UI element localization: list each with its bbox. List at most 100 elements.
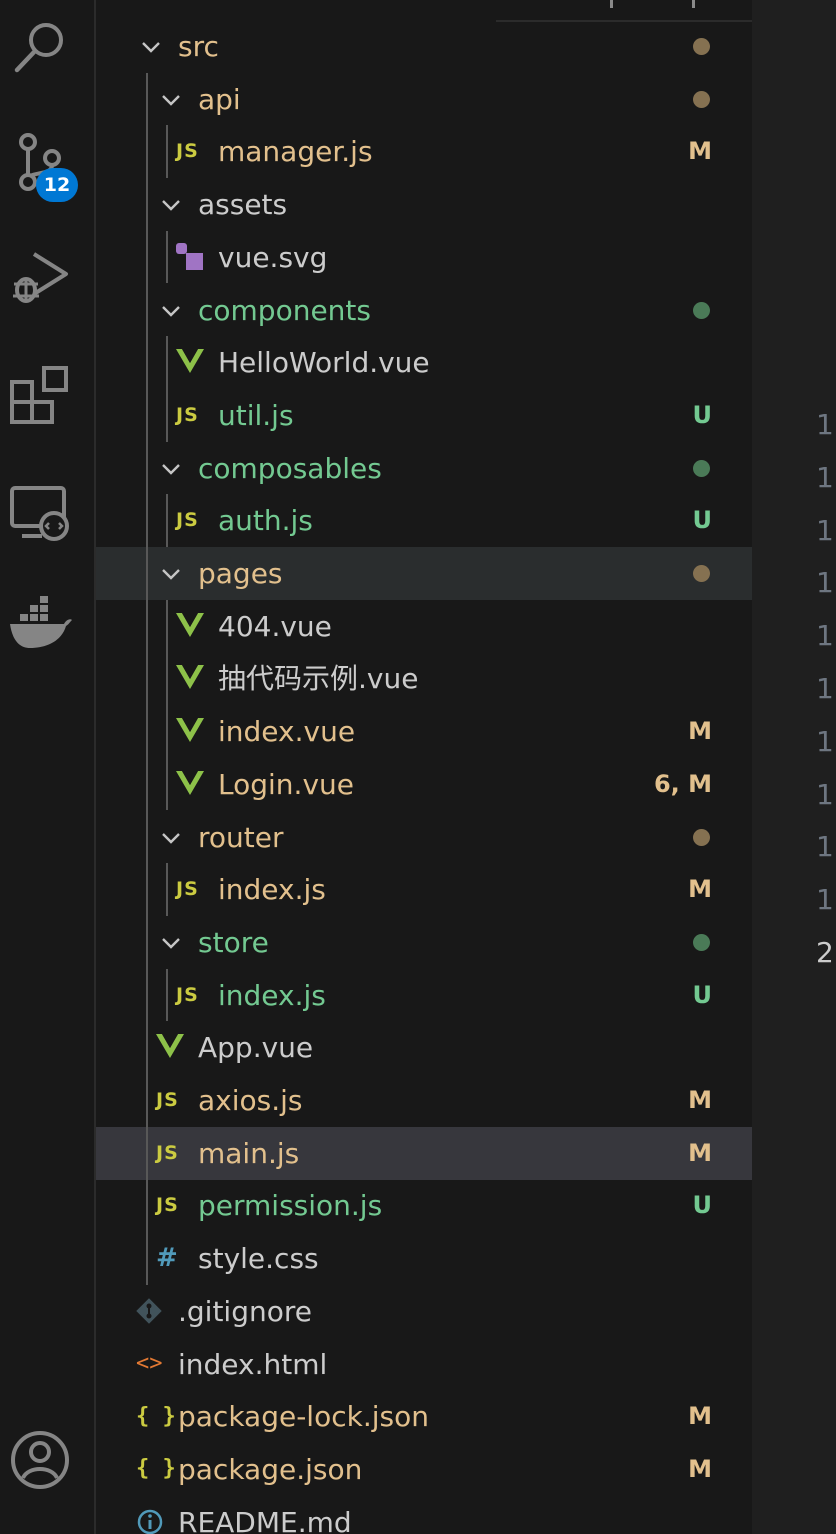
git-status-badge: 6, M [653,769,712,798]
run-debug-icon[interactable] [8,244,72,308]
tree-file[interactable]: README.md [96,1496,752,1534]
git-change-dot [693,90,710,108]
tree-item-label: HelloWorld.vue [218,346,430,380]
indent-guide [146,72,148,1285]
remote-explorer-icon[interactable] [8,480,72,544]
vue-file-icon [176,611,204,641]
git-status-badge: U [692,400,713,429]
editor-line-gutter: 1 1 1 1 1 1 1 1 1 1 2 [752,0,836,1534]
tree-file[interactable]: JS manager.js M [96,125,752,178]
tree-folder[interactable]: src [96,20,752,73]
vue-file-icon [156,1032,184,1062]
git-status-badge: U [692,506,713,535]
tree-item-label: package.json [178,1452,363,1486]
tree-item-label: index.js [218,978,326,1012]
tree-file[interactable]: index.vue M [96,705,752,758]
tree-file[interactable]: JS permission.js U [96,1179,752,1232]
tree-folder[interactable]: components [96,284,752,337]
chevron-down-icon[interactable] [160,827,182,849]
tree-file[interactable]: App.vue [96,1021,752,1074]
tree-file[interactable]: { } package.json M [96,1443,752,1496]
js-file-icon: JS [156,1089,179,1111]
indent-guide [166,494,168,547]
tree-folder[interactable]: assets [96,178,752,231]
tree-file[interactable]: JS axios.js M [96,1074,752,1127]
explorer-toolbar [496,0,752,22]
chevron-down-icon[interactable] [160,458,182,480]
tree-item-label: store [198,925,269,959]
line-number: 1 [816,408,834,441]
tree-item-label: assets [198,188,288,222]
tree-item-label: src [178,30,219,63]
git-change-dot [693,38,710,55]
chevron-down-icon[interactable] [160,89,182,111]
tree-file[interactable]: # style.css [96,1232,752,1285]
tree-folder[interactable]: router [96,811,752,864]
git-change-dot [693,459,710,477]
tree-folder[interactable]: composables [96,442,752,495]
tree-file[interactable]: 404.vue [96,600,752,653]
js-file-icon: JS [176,878,199,901]
git-status-badge: M [688,717,712,746]
git-change-dot [693,301,710,319]
vue-file-icon [176,663,204,693]
tree-item-label: package-lock.json [178,1400,429,1434]
accounts-icon[interactable] [8,1428,72,1492]
tree-file[interactable]: JS index.js M [96,863,752,916]
tree-item-label: auth.js [218,504,313,538]
tree-item-label: style.css [198,1242,319,1276]
tree-item-label: main.js [198,1136,300,1170]
indent-guide [166,125,168,179]
chevron-down-icon[interactable] [160,932,182,954]
json-file-icon: { } [136,1403,176,1429]
tree-folder[interactable]: store [96,916,752,969]
tree-item-label: index.vue [218,715,356,749]
git-status-badge: U [692,980,713,1009]
tree-item-label: 404.vue [218,609,332,643]
line-number: 1 [816,513,834,547]
indent-guide [166,968,168,1022]
git-status-badge: M [688,137,712,166]
tree-item-label: .gitignore [178,1294,312,1328]
git-status-badge: M [688,1086,712,1114]
tree-file[interactable]: JS main.js M [96,1126,752,1180]
tree-folder[interactable]: pages [96,547,752,600]
indent-guide [166,599,168,811]
tree-file[interactable]: JS util.js U [96,389,752,442]
tree-item-label: router [198,820,284,854]
tree-file[interactable]: JS auth.js U [96,494,752,547]
search-icon[interactable] [8,14,72,78]
js-file-icon: JS [176,509,199,532]
tree-file[interactable]: <> index.html [96,1338,752,1391]
extensions-icon[interactable] [8,362,72,426]
tree-item-label: axios.js [198,1084,303,1117]
indent-guide [166,336,168,442]
json-file-icon: { } [136,1456,176,1482]
docker-icon[interactable] [8,594,72,658]
tree-file[interactable]: 抽代码示例.vue [96,652,752,705]
git-change-dot [693,933,710,951]
tree-file[interactable]: JS index.js U [96,969,752,1022]
tree-file[interactable]: { } package-lock.json M [96,1390,752,1443]
tree-item-label: vue.svg [218,240,328,274]
chevron-down-icon[interactable] [160,300,182,322]
vue-file-icon [176,716,204,746]
chevron-down-icon[interactable] [160,194,182,216]
git-file-icon [136,1296,162,1326]
git-change-dot [693,828,710,846]
indent-guide [166,863,168,916]
tree-file[interactable]: .gitignore [96,1285,752,1338]
tree-item-label: api [198,82,241,116]
tree-file[interactable]: HelloWorld.vue [96,336,752,389]
tree-file[interactable]: vue.svg [96,231,752,284]
chevron-down-icon[interactable] [140,36,162,58]
tree-item-label: index.html [178,1347,328,1381]
tree-item-label: App.vue [198,1031,314,1065]
js-file-icon: JS [156,1194,179,1217]
tree-file[interactable]: Login.vue 6, M [96,758,752,811]
indent-guide [166,230,168,284]
line-number: 1 [816,619,834,653]
vue-file-icon [176,769,204,799]
tree-folder[interactable]: api [96,73,752,126]
chevron-down-icon[interactable] [160,563,182,585]
